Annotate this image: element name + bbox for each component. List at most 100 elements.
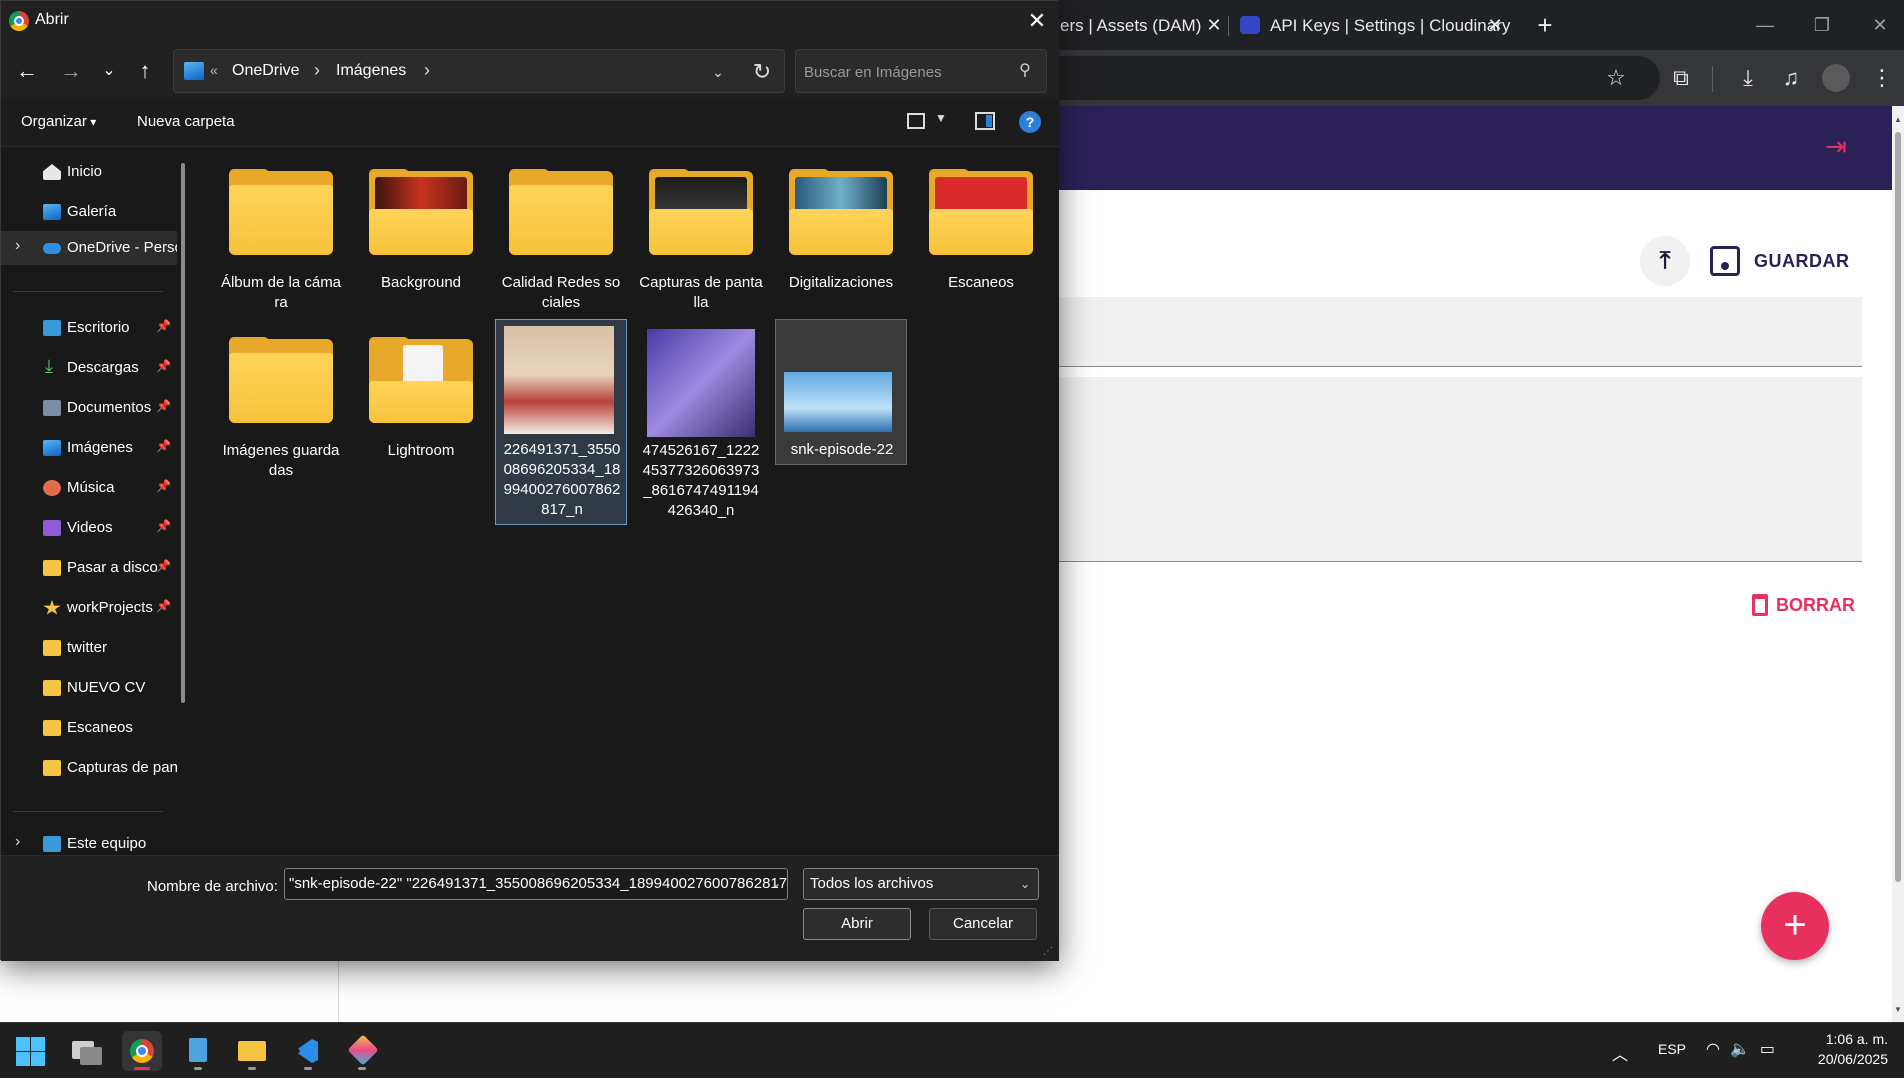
folder-escaneos[interactable]: Escaneos: [915, 159, 1047, 309]
image-file-snk-episode-22[interactable]: snk-episode-22: [775, 319, 907, 465]
nav-item-capturas[interactable]: Capturas de pan: [1, 751, 177, 785]
notepad-taskbar-icon[interactable]: [178, 1031, 218, 1071]
minimize-icon[interactable]: —: [1745, 8, 1785, 42]
view-dropdown-icon[interactable]: ▼: [935, 111, 947, 125]
pin-icon[interactable]: 📌: [156, 559, 171, 573]
nav-item-descargas[interactable]: Descargas 📌: [1, 351, 177, 385]
page-scrollbar[interactable]: ▲ ▼: [1892, 106, 1904, 1022]
folder-capturas-pantalla[interactable]: Capturas de pantalla: [635, 159, 767, 311]
cancel-button[interactable]: Cancelar: [929, 908, 1037, 940]
image-file-226491371[interactable]: 226491371_355008696205334_18994002760078…: [495, 319, 627, 525]
breadcrumb-separator-icon[interactable]: ›: [424, 60, 430, 81]
search-icon[interactable]: ⚲: [1014, 60, 1036, 82]
preview-pane-icon[interactable]: [975, 112, 995, 130]
breadcrumb-onedrive[interactable]: OneDrive: [232, 62, 300, 80]
pin-icon[interactable]: 📌: [156, 359, 171, 373]
nav-item-twitter[interactable]: twitter: [1, 631, 177, 665]
view-mode-icon[interactable]: [907, 113, 925, 129]
search-box[interactable]: ⚲: [795, 49, 1047, 93]
breadcrumb[interactable]: « OneDrive › Imágenes › ⌄ ↻: [173, 49, 785, 93]
nav-item-galeria[interactable]: Galería: [1, 195, 177, 229]
pin-icon[interactable]: 📌: [156, 479, 171, 493]
scroll-down-icon[interactable]: ▼: [1894, 1006, 1902, 1014]
recent-locations-chevron-icon[interactable]: ⌄: [95, 57, 123, 85]
address-dropdown-icon[interactable]: ⌄: [706, 60, 730, 84]
nav-item-documentos[interactable]: Documentos 📌: [1, 391, 177, 425]
new-tab-button[interactable]: +: [1530, 10, 1560, 40]
up-arrow-icon[interactable]: ↑: [131, 57, 159, 85]
nav-item-nuevo-cv[interactable]: NUEVO CV: [1, 671, 177, 705]
pin-icon[interactable]: 📌: [156, 439, 171, 453]
nav-item-musica[interactable]: Música 📌: [1, 471, 177, 505]
filename-input[interactable]: "snk-episode-22" "226491371_355008696205…: [284, 868, 788, 900]
expand-chevron-icon[interactable]: ›: [15, 833, 20, 851]
nav-item-videos[interactable]: Videos 📌: [1, 511, 177, 545]
nav-item-este-equipo[interactable]: › Este equipo: [1, 827, 177, 855]
clock-time[interactable]: 1:06 a. m.: [1812, 1031, 1888, 1047]
browser-menu-icon[interactable]: ⋮: [1866, 62, 1898, 94]
nav-item-escaneos[interactable]: Escaneos: [1, 711, 177, 745]
filetype-select[interactable]: Todos los archivos ⌄: [803, 868, 1039, 900]
scrollbar-thumb[interactable]: [1895, 132, 1901, 882]
expand-chevron-icon[interactable]: ›: [15, 237, 20, 255]
breadcrumb-separator-icon[interactable]: ›: [314, 60, 320, 81]
save-button[interactable]: GUARDAR: [1710, 240, 1850, 282]
nav-item-onedrive[interactable]: › OneDrive - Perso: [1, 231, 177, 265]
scroll-up-icon[interactable]: ▲: [1894, 116, 1902, 124]
back-arrow-icon[interactable]: ←: [13, 57, 41, 85]
tray-overflow-chevron-icon[interactable]: ︿: [1612, 1041, 1628, 1065]
tab-close-icon[interactable]: ✕: [1203, 14, 1225, 36]
windows-start-icon[interactable]: [10, 1031, 50, 1071]
task-view-icon[interactable]: [66, 1031, 106, 1071]
folder-background[interactable]: Background: [355, 159, 487, 309]
chrome-taskbar-icon[interactable]: [122, 1031, 162, 1071]
breadcrumb-overflow[interactable]: «: [210, 62, 218, 78]
filename-dropdown-icon[interactable]: ⌄: [771, 876, 781, 890]
resize-grip-icon[interactable]: ⋰: [1043, 946, 1055, 958]
folder-digitalizaciones[interactable]: Digitalizaciones: [775, 159, 907, 309]
search-input[interactable]: [804, 58, 1004, 86]
browser-tab-assets[interactable]: ers | Assets (DAM) ✕: [1040, 8, 1225, 42]
new-folder-button[interactable]: Nueva carpeta: [137, 113, 235, 130]
pin-icon[interactable]: 📌: [156, 599, 171, 613]
tab-close-icon[interactable]: ✕: [1484, 14, 1506, 36]
extensions-icon[interactable]: ⧉: [1665, 62, 1697, 94]
folder-album-camara[interactable]: Álbum de la cámara: [215, 159, 347, 311]
nav-item-pasar-a-disco[interactable]: Pasar a disco 📌: [1, 551, 177, 585]
open-button[interactable]: Abrir: [803, 908, 911, 940]
dialog-close-icon[interactable]: ✕: [1023, 7, 1051, 35]
add-fab-button[interactable]: +: [1761, 892, 1829, 960]
pin-icon[interactable]: 📌: [156, 519, 171, 533]
nav-item-workprojects[interactable]: workProjects 📌: [1, 591, 177, 625]
battery-icon[interactable]: ▭: [1760, 1041, 1785, 1058]
folder-lightroom[interactable]: Lightroom: [355, 327, 487, 477]
gitkraken-taskbar-icon[interactable]: [342, 1031, 382, 1071]
file-explorer-taskbar-icon[interactable]: [232, 1031, 272, 1071]
logout-icon[interactable]: ⇥: [1820, 130, 1852, 162]
folder-calidad-redes[interactable]: Calidad Redes sociales: [495, 159, 627, 311]
maximize-icon[interactable]: ❐: [1802, 8, 1842, 42]
image-file-474526167[interactable]: 474526167_122245377326063973_86167474911…: [635, 327, 767, 527]
address-bar[interactable]: [1040, 56, 1660, 100]
upload-button[interactable]: ⤒: [1640, 236, 1690, 286]
nav-item-escritorio[interactable]: Escritorio 📌: [1, 311, 177, 345]
breadcrumb-imagenes[interactable]: Imágenes: [336, 62, 406, 80]
pin-icon[interactable]: 📌: [156, 399, 171, 413]
delete-button[interactable]: BORRAR: [1752, 590, 1855, 620]
vscode-taskbar-icon[interactable]: [288, 1031, 328, 1071]
clock-date[interactable]: 20/06/2025: [1800, 1051, 1888, 1067]
help-icon[interactable]: ?: [1019, 111, 1041, 133]
wifi-icon[interactable]: ◠: [1706, 1041, 1730, 1058]
volume-icon[interactable]: 🔈: [1730, 1041, 1760, 1058]
language-indicator[interactable]: ESP: [1658, 1041, 1686, 1057]
downloads-icon[interactable]: ⤓: [1732, 62, 1764, 94]
browser-tab-cloudinary[interactable]: API Keys | Settings | Cloudinary ✕: [1230, 8, 1510, 42]
window-close-icon[interactable]: ✕: [1860, 8, 1900, 42]
nav-item-imagenes[interactable]: Imágenes 📌: [1, 431, 177, 465]
nav-item-inicio[interactable]: Inicio: [1, 155, 177, 189]
bookmark-star-icon[interactable]: ☆: [1600, 62, 1632, 94]
organize-button[interactable]: Organizar: [21, 113, 96, 130]
profile-avatar[interactable]: [1822, 64, 1850, 92]
navpane-scrollbar[interactable]: [181, 163, 185, 703]
media-control-icon[interactable]: ♫: [1775, 62, 1807, 94]
